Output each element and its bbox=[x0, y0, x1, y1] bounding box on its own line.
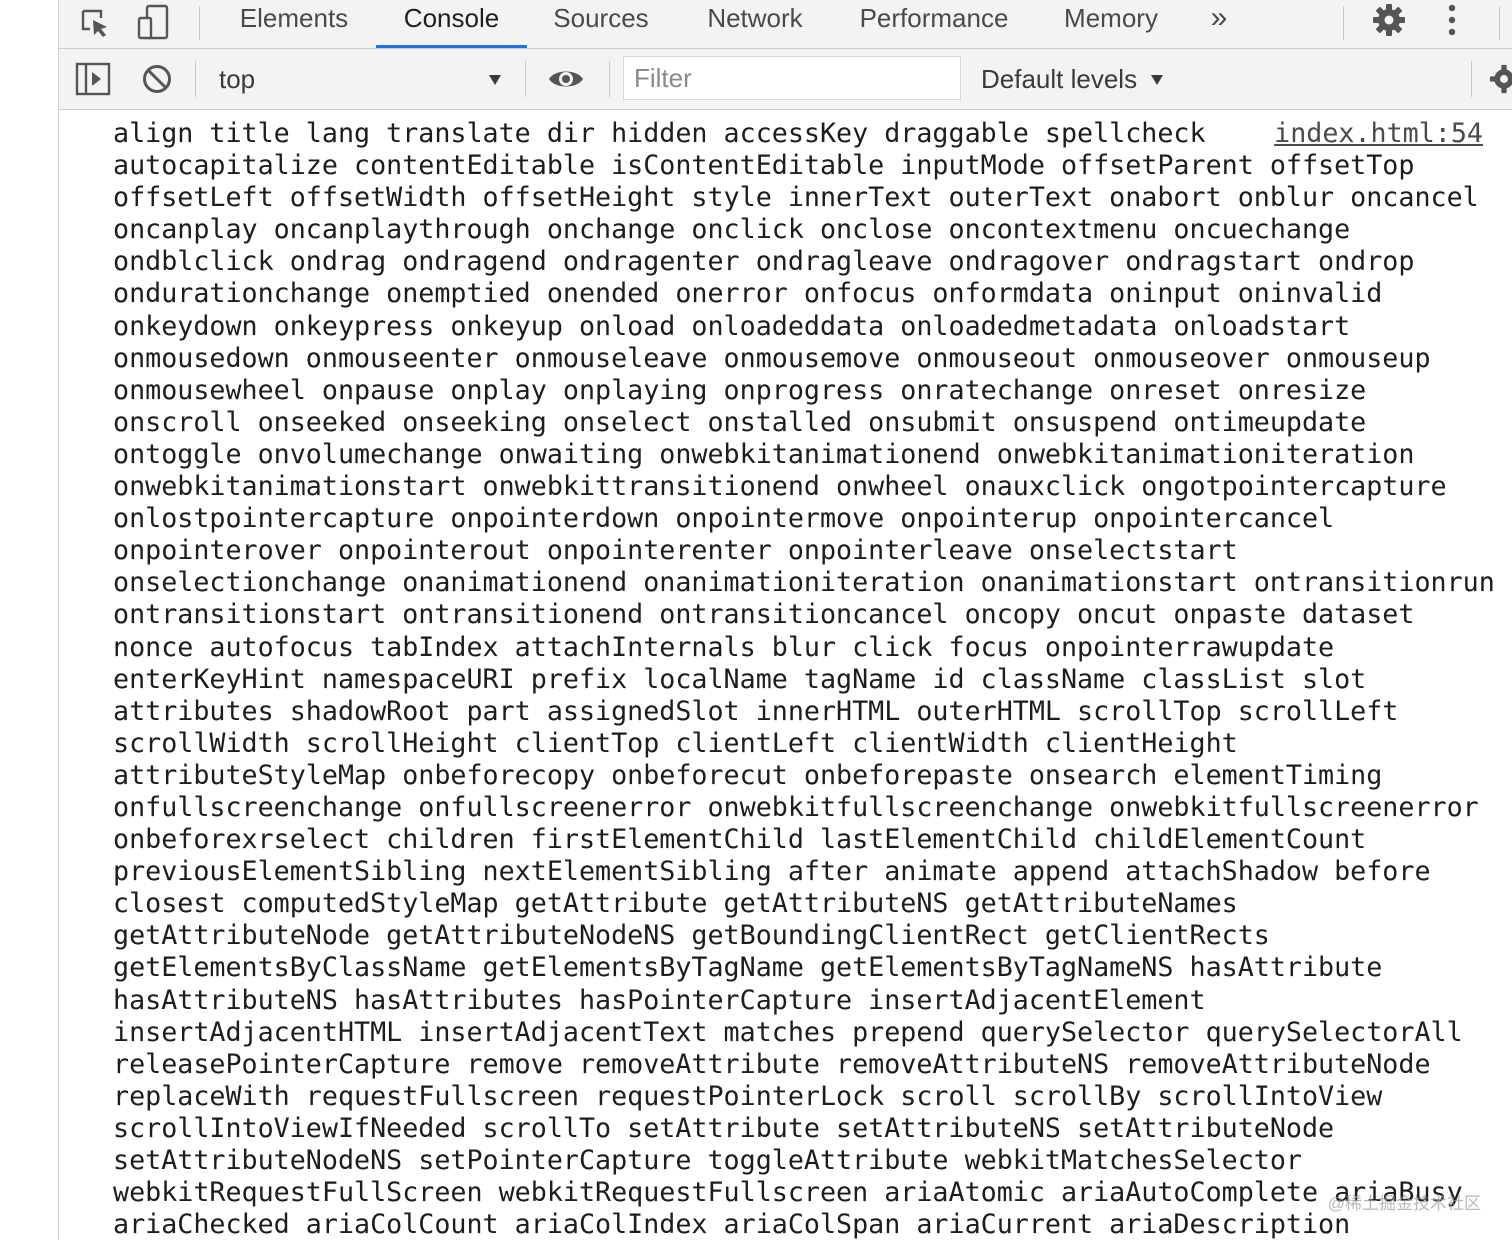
tab-sources[interactable]: Sources bbox=[543, 0, 659, 48]
console-line: getElementsByClassName getElementsByTagN… bbox=[113, 952, 1383, 984]
device-toolbar-icon[interactable] bbox=[133, 2, 177, 42]
clear-console-icon[interactable] bbox=[137, 59, 177, 99]
console-line: insertAdjacentHTML insertAdjacentText ma… bbox=[113, 1016, 1463, 1048]
console-toolbar: top Default levels bbox=[59, 49, 1512, 110]
console-line: attributeStyleMap onbeforecopy onbeforec… bbox=[113, 759, 1383, 791]
context-selector[interactable]: top bbox=[207, 57, 507, 101]
console-line: offsetLeft offsetWidth offsetHeight styl… bbox=[113, 182, 1479, 214]
console-line: replaceWith requestFullscreen requestPoi… bbox=[113, 1080, 1383, 1112]
console-line: previousElementSibling nextElementSiblin… bbox=[113, 856, 1431, 888]
console-line: releasePointerCapture remove removeAttri… bbox=[113, 1048, 1431, 1080]
toolbar-divider bbox=[1499, 6, 1500, 40]
console-line: onlostpointercapture onpointerdown onpoi… bbox=[113, 503, 1335, 535]
console-line: autocapitalize contentEditable isContent… bbox=[113, 150, 1415, 182]
console-line: oncanplay oncanplaythrough onchange oncl… bbox=[113, 214, 1351, 246]
console-line: enterKeyHint namespaceURI prefix localNa… bbox=[113, 663, 1367, 695]
tab-performance[interactable]: Performance bbox=[849, 0, 1019, 48]
watermark: @稀土掘金技术社区 bbox=[1327, 1194, 1481, 1213]
console-settings-gear-icon[interactable] bbox=[1489, 61, 1512, 97]
source-link[interactable]: index.html:54 bbox=[1266, 118, 1483, 151]
dropdown-arrow-icon bbox=[1151, 75, 1163, 85]
console-output: align title lang translate dir hidden ac… bbox=[59, 110, 1512, 1240]
console-line: webkitRequestFullScreen webkitRequestFul… bbox=[113, 1177, 1463, 1209]
console-line: attributes shadowRoot part assignedSlot … bbox=[113, 695, 1399, 727]
console-line: ontransitionstart ontransitionend ontran… bbox=[113, 599, 1415, 631]
eye-icon[interactable] bbox=[545, 59, 587, 99]
console-line: scrollIntoViewIfNeeded scrollTo setAttri… bbox=[113, 1112, 1335, 1144]
console-line: ariaChecked ariaColCount ariaColIndex ar… bbox=[113, 1209, 1351, 1240]
toolbar-divider bbox=[199, 6, 200, 40]
console-line: onkeydown onkeypress onkeyup onload onlo… bbox=[113, 310, 1351, 342]
console-line: onpointerover onpointerout onpointerente… bbox=[113, 535, 1238, 567]
toolbar-divider bbox=[195, 61, 196, 97]
devtools-panel: Elements Console Sources Network Perform… bbox=[58, 0, 1512, 1240]
tab-console[interactable]: Console bbox=[376, 0, 527, 48]
console-line: ondurationchange onemptied onended onerr… bbox=[113, 278, 1383, 310]
console-line: onmousewheel onpause onplay onplaying on… bbox=[113, 374, 1367, 406]
devtools-tab-bar: Elements Console Sources Network Perform… bbox=[59, 0, 1512, 49]
console-line: onbeforexrselect children firstElementCh… bbox=[113, 824, 1367, 856]
dropdown-arrow-icon bbox=[489, 75, 501, 85]
tab-elements[interactable]: Elements bbox=[229, 0, 359, 48]
console-line: onwebkitanimationstart onwebkittransitio… bbox=[113, 471, 1447, 503]
sidebar-toggle-icon[interactable] bbox=[73, 59, 113, 99]
console-line: closest computedStyleMap getAttribute ge… bbox=[113, 888, 1238, 920]
console-message: align title lang translate dir hidden ac… bbox=[113, 118, 1503, 1240]
log-levels-selector[interactable]: Default levels bbox=[969, 57, 1179, 101]
console-line: onselectionchange onanimationend onanima… bbox=[113, 567, 1495, 599]
tab-memory[interactable]: Memory bbox=[1055, 0, 1167, 48]
console-line: onscroll onseeked onseeking onselect ons… bbox=[113, 406, 1367, 438]
console-line: setAttributeNodeNS setPointerCapture tog… bbox=[113, 1145, 1302, 1176]
console-line: nonce autofocus tabIndex attachInternals… bbox=[113, 631, 1335, 663]
console-line: getAttributeNode getAttributeNodeNS getB… bbox=[113, 920, 1270, 952]
console-line: ondblclick ondrag ondragend ondragenter … bbox=[113, 246, 1415, 278]
context-value: top bbox=[219, 64, 256, 94]
inspect-element-icon[interactable] bbox=[73, 4, 117, 42]
console-line: hasAttributeNS hasAttributes hasPointerC… bbox=[113, 984, 1206, 1016]
toolbar-divider bbox=[525, 61, 526, 97]
more-tabs-button[interactable]: » bbox=[1199, 0, 1239, 48]
log-levels-value: Default levels bbox=[981, 64, 1138, 94]
console-line: ontoggle onvolumechange onwaiting onwebk… bbox=[113, 438, 1415, 470]
gear-icon[interactable] bbox=[1369, 2, 1409, 38]
toolbar-divider bbox=[1471, 61, 1472, 97]
console-line: scrollWidth scrollHeight clientTop clien… bbox=[113, 727, 1238, 759]
toolbar-divider bbox=[1343, 6, 1344, 40]
kebab-menu-icon[interactable] bbox=[1435, 2, 1469, 38]
console-line: onmousedown onmouseenter onmouseleave on… bbox=[113, 342, 1431, 374]
console-line: align title lang translate dir hidden ac… bbox=[113, 118, 1206, 149]
filter-input[interactable] bbox=[623, 56, 961, 100]
console-line: onfullscreenchange onfullscreenerror onw… bbox=[113, 791, 1479, 823]
tab-network[interactable]: Network bbox=[693, 0, 817, 48]
toolbar-divider bbox=[609, 61, 610, 97]
